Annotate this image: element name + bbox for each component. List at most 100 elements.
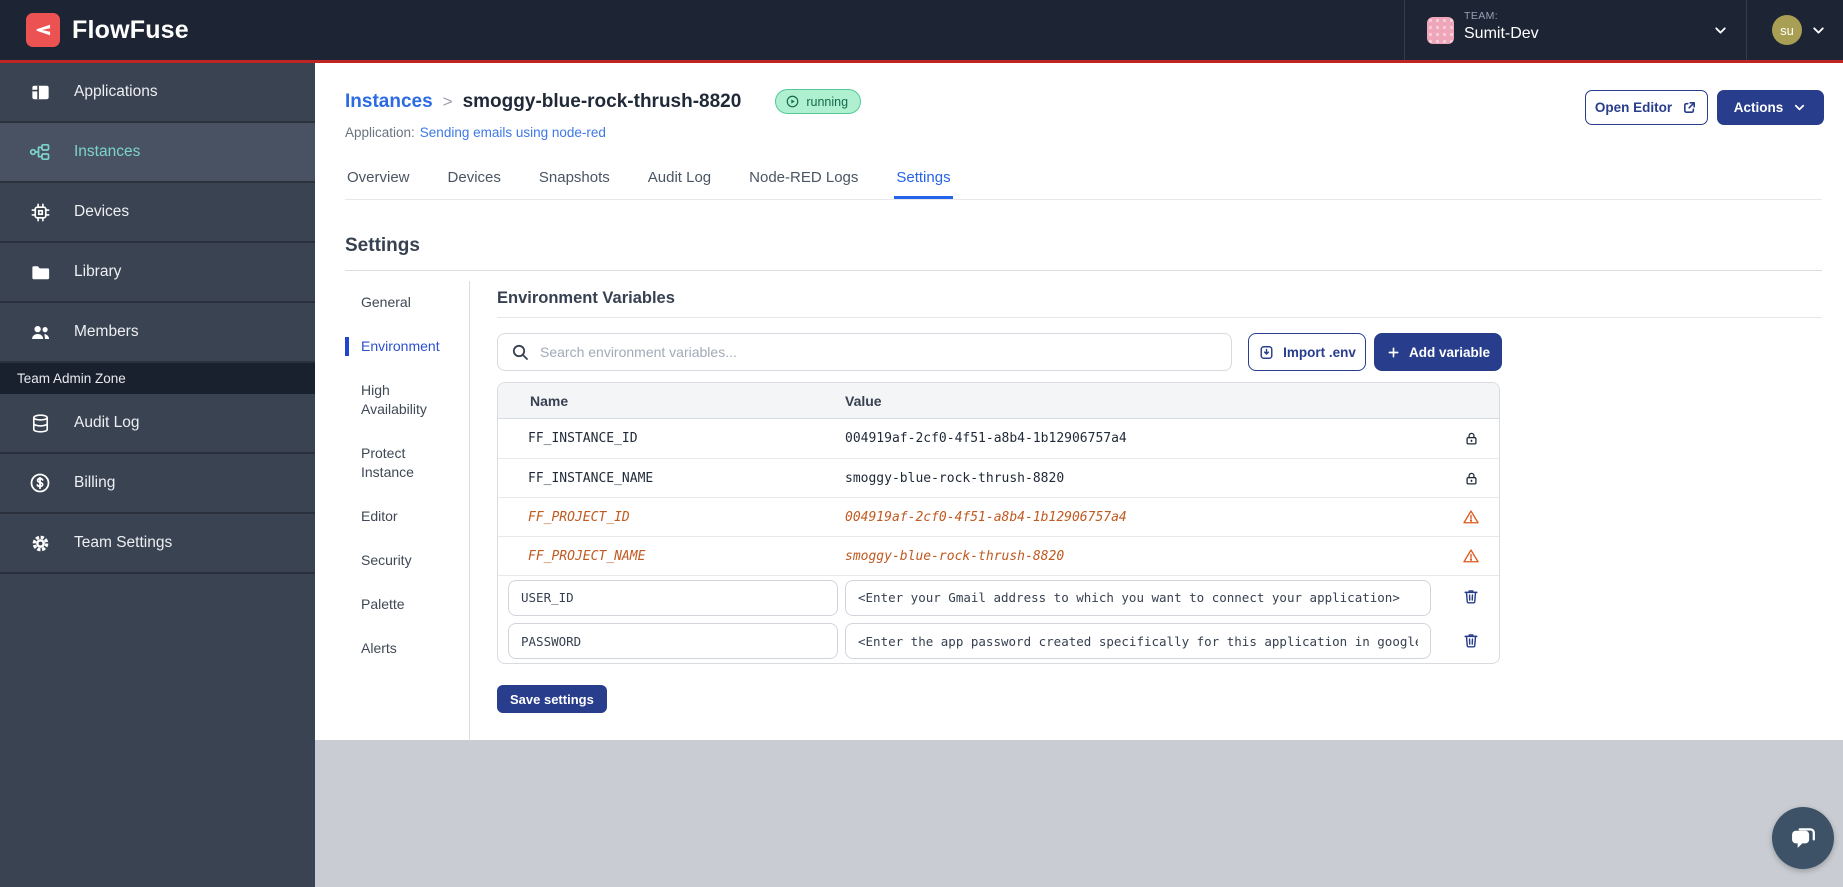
delete-variable-button[interactable] [1460,629,1482,654]
main-content: Instances > smoggy-blue-rock-thrush-8820… [315,63,1843,887]
breadcrumb-instances-link[interactable]: Instances [345,91,433,113]
save-settings-button[interactable]: Save settings [497,685,607,713]
sidebar-item-billing[interactable]: Billing [0,454,315,514]
sidebar-item-audit-log[interactable]: Audit Log [0,394,315,454]
chevron-down-icon [1795,104,1805,111]
table-row: FF_PROJECT_ID 004919af-2cf0-4f51-a8b4-1b… [498,497,1499,536]
subnav-divider [469,281,470,741]
user-menu-chevron-down-icon[interactable] [1810,22,1827,44]
gear-icon [27,530,53,556]
column-header-name: Name [530,392,569,409]
add-variable-label: Add variable [1408,344,1491,360]
delete-variable-button[interactable] [1460,585,1482,610]
env-name-input[interactable] [508,579,838,616]
chat-widget-button[interactable] [1772,807,1834,869]
subnav-palette[interactable]: Palette [345,595,457,614]
application-row: Application: Sending emails using node-r… [345,125,606,140]
settings-heading-rule [345,270,1822,271]
env-value: smoggy-blue-rock-thrush-8820 [845,470,1065,486]
lock-icon [1443,470,1499,487]
sidebar-item-label: Members [74,323,139,340]
env-name: FF_INSTANCE_ID [528,431,638,446]
env-name: FF_PROJECT_NAME [528,548,646,564]
sidebar-item-team-settings[interactable]: Team Settings [0,514,315,574]
section-title: Environment Variables [497,289,675,307]
team-selector[interactable]: TEAM: Sumit-Dev [1464,10,1539,43]
import-env-button[interactable]: Import .env [1248,333,1366,371]
tab-audit-log[interactable]: Audit Log [646,163,713,199]
top-navigation-bar: FlowFuse TEAM: Sumit-Dev su [0,0,1843,63]
import-file-icon [1260,345,1273,359]
users-icon [27,319,53,345]
sidebar-item-label: Devices [74,203,130,220]
status-text: running [806,94,849,109]
play-circle-icon [786,95,799,108]
sidebar-item-label: Library [74,263,122,280]
sidebar-item-members[interactable]: Members [0,303,315,363]
env-value-input[interactable] [845,623,1431,659]
sidebar-item-devices[interactable]: Devices [0,183,315,243]
sidebar-item-instances[interactable]: Instances [0,123,315,183]
settings-heading: Settings [345,235,420,256]
topbar-divider [1404,0,1405,60]
search-container [497,333,1232,371]
search-input[interactable] [497,333,1232,371]
import-env-label: Import .env [1283,344,1356,360]
sidebar-item-label: Billing [74,474,116,491]
lock-icon [1443,430,1499,447]
subnav-security[interactable]: Security [345,551,457,570]
dollar-circle-icon [27,470,53,496]
instance-tabs: Overview Devices Snapshots Audit Log Nod… [345,163,1822,200]
external-link-icon [1684,102,1696,113]
env-name-input[interactable] [508,623,838,659]
column-header-value: Value [845,392,882,409]
subnav-general[interactable]: General [345,293,457,312]
plus-icon [1388,347,1399,357]
chat-bubble-icon [1792,828,1815,848]
subnav-alerts[interactable]: Alerts [345,639,457,658]
tab-devices[interactable]: Devices [446,163,503,199]
database-icon [27,410,53,436]
warning-icon [1443,508,1499,526]
tab-settings[interactable]: Settings [894,163,953,199]
sidebar-item-label: Instances [74,143,141,160]
subnav-high-availability[interactable]: High Availability [345,381,457,419]
tab-overview[interactable]: Overview [345,163,412,199]
env-value: smoggy-blue-rock-thrush-8820 [845,548,1065,564]
environment-variables-table: Name Value FF_INSTANCE_ID 004919af-2cf0-… [497,382,1500,664]
team-label: TEAM: [1464,10,1499,22]
actions-button[interactable]: Actions [1717,90,1824,125]
subnav-environment[interactable]: Environment [345,337,457,356]
open-editor-button[interactable]: Open Editor [1585,90,1708,125]
add-variable-button[interactable]: Add variable [1374,333,1502,371]
application-link[interactable]: Sending emails using node-red [420,125,606,140]
page-title: smoggy-blue-rock-thrush-8820 [462,90,742,112]
flowfuse-logo-icon[interactable] [26,13,60,47]
sidebar-item-applications[interactable]: Applications [0,63,315,123]
table-header: Name Value [498,383,1499,419]
subnav-protect-instance[interactable]: Protect Instance [345,444,457,482]
table-row [498,619,1499,663]
subnav-editor[interactable]: Editor [345,507,457,526]
status-badge: running [775,89,862,114]
team-avatar[interactable] [1427,17,1454,44]
tab-node-red-logs[interactable]: Node-RED Logs [747,163,860,199]
applications-icon [27,79,53,105]
trash-icon [1464,590,1478,604]
team-chevron-down-icon[interactable] [1712,22,1729,44]
settings-subnav: General Environment High Availability Pr… [345,293,457,658]
user-avatar[interactable]: su [1772,15,1802,45]
topbar-divider [1746,0,1747,60]
folder-icon [27,259,53,285]
warning-icon [1443,547,1499,565]
actions-label: Actions [1733,100,1784,115]
team-admin-zone-label: Team Admin Zone [0,363,315,394]
tab-snapshots[interactable]: Snapshots [537,163,612,199]
table-row [498,575,1499,619]
sidebar-item-label: Applications [74,83,158,100]
env-value-input[interactable] [845,579,1431,616]
search-icon [512,344,528,360]
application-label: Application: [345,125,415,140]
sidebar-item-library[interactable]: Library [0,243,315,303]
sidebar-item-label: Audit Log [74,414,140,431]
